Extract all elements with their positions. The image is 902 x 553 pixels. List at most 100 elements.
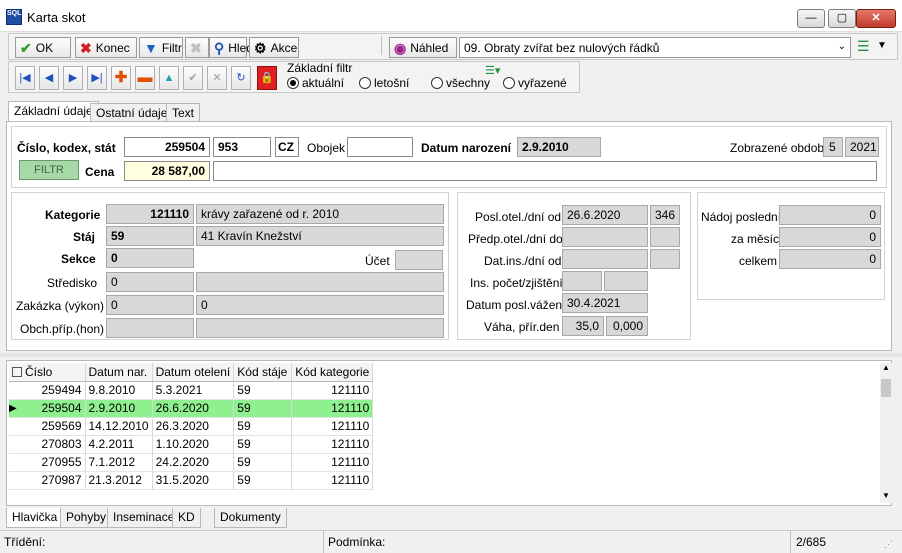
kodex-field[interactable]: 953: [213, 137, 271, 157]
table-cell[interactable]: 5.3.2021: [152, 381, 235, 400]
post-button[interactable]: ✔: [183, 66, 203, 90]
table-cell[interactable]: 121110: [291, 453, 374, 472]
table-cell[interactable]: 270803: [9, 435, 86, 454]
next-record-button[interactable]: ▶: [63, 66, 83, 90]
table-cell[interactable]: 59: [233, 417, 293, 436]
table-row-selected[interactable]: ▶ 259504 2.9.2010 26.6.2020 59 121110: [9, 399, 374, 418]
nahled-button[interactable]: ◉ Náhled: [389, 37, 457, 58]
refresh-button[interactable]: ↻: [231, 66, 251, 90]
ucet-field[interactable]: [395, 250, 443, 270]
column-header[interactable]: Kód stáje: [233, 363, 293, 382]
tab-text[interactable]: Text: [166, 103, 201, 121]
radio-vsechny[interactable]: všechny: [431, 76, 490, 90]
obojek-field[interactable]: [347, 137, 413, 157]
table-cell[interactable]: 59: [233, 471, 293, 490]
tab-zakladni-udaje[interactable]: Základní údaje: [8, 101, 99, 122]
stredisko-field[interactable]: 0: [106, 272, 194, 292]
scroll-down-icon[interactable]: ▼: [880, 491, 892, 503]
table-cell[interactable]: 121110: [291, 381, 374, 400]
vertical-scrollbar[interactable]: ▲ ▼: [880, 363, 892, 503]
obch-field[interactable]: [106, 318, 194, 338]
clear-filter-button[interactable]: ✖: [185, 37, 209, 58]
table-cell[interactable]: 270987: [9, 471, 86, 490]
column-header[interactable]: Kód kategorie: [291, 363, 374, 382]
first-record-button[interactable]: |◀: [15, 66, 35, 90]
filtr-button[interactable]: ▼ Filtr: [139, 37, 183, 58]
checkbox-icon[interactable]: [12, 366, 22, 377]
tab-inseminace[interactable]: Inseminace: [107, 508, 181, 528]
report-select[interactable]: 09. Obraty zvířat bez nulových řádků ⌄: [459, 37, 851, 58]
konec-button[interactable]: ✖ Konec: [75, 37, 137, 58]
tab-ostatni-udaje[interactable]: Ostatní údaje: [90, 103, 174, 121]
delete-button[interactable]: ▬: [135, 66, 155, 90]
table-cell[interactable]: 7.1.2012: [85, 453, 153, 472]
table-cell[interactable]: 1.10.2020: [152, 435, 235, 454]
radio-aktualni[interactable]: aktuální: [287, 76, 344, 90]
tab-dokumenty[interactable]: Dokumenty: [214, 508, 287, 528]
tab-pohyby[interactable]: Pohyby: [60, 508, 113, 528]
table-cell[interactable]: 21.3.2012: [85, 471, 153, 490]
table-cell[interactable]: 24.2.2020: [152, 453, 235, 472]
ok-button[interactable]: ✔ OK: [15, 37, 71, 58]
table-cell[interactable]: 26.3.2020: [152, 417, 235, 436]
table-cell[interactable]: 59: [233, 453, 293, 472]
table-cell[interactable]: 121110: [291, 399, 374, 418]
minimize-button[interactable]: —: [797, 9, 825, 28]
table-cell[interactable]: 2.9.2010: [85, 399, 153, 418]
scroll-thumb[interactable]: [881, 379, 891, 397]
list-icon[interactable]: ☰: [857, 38, 870, 55]
maximize-button[interactable]: ▢: [828, 9, 856, 28]
table-row[interactable]: 259494 9.8.2010 5.3.2021 59 121110: [9, 381, 374, 400]
cancel-button[interactable]: ✕: [207, 66, 227, 90]
prior-record-button[interactable]: ◀: [39, 66, 59, 90]
table-cell[interactable]: 59: [233, 435, 293, 454]
table-row[interactable]: 270955 7.1.2012 24.2.2020 59 121110: [9, 453, 374, 472]
sekce-field[interactable]: 0: [106, 248, 194, 268]
last-record-button[interactable]: ▶|: [87, 66, 107, 90]
table-cell[interactable]: 4.2.2011: [85, 435, 153, 454]
table-cell[interactable]: 259494: [9, 381, 86, 400]
insert-button[interactable]: ✚: [111, 66, 131, 90]
table-cell[interactable]: 14.12.2010: [85, 417, 153, 436]
table-cell[interactable]: 26.6.2020: [152, 399, 235, 418]
staj-kod-field[interactable]: 59: [106, 226, 194, 246]
table-cell[interactable]: 31.5.2020: [152, 471, 235, 490]
obdobi-mesic-field[interactable]: 5: [823, 137, 843, 157]
resize-grip-icon[interactable]: ⋰: [884, 539, 893, 550]
table-cell[interactable]: 121110: [291, 471, 374, 490]
table-cell[interactable]: ▶ 259504: [9, 399, 86, 418]
table-cell[interactable]: 9.8.2010: [85, 381, 153, 400]
hled-button[interactable]: ⚲ Hled: [209, 37, 253, 58]
scroll-up-icon[interactable]: ▲: [880, 363, 892, 375]
tab-kd[interactable]: KD: [172, 508, 201, 528]
radio-letosni[interactable]: letošní: [359, 76, 409, 90]
tab-hlavicka[interactable]: Hlavička: [6, 508, 64, 528]
table-cell[interactable]: 121110: [291, 417, 374, 436]
column-header[interactable]: Číslo: [9, 363, 86, 382]
poznamka-field[interactable]: [213, 161, 877, 181]
dropdown-arrow-icon[interactable]: ▼: [877, 40, 887, 51]
filtr-button[interactable]: FILTR: [19, 160, 79, 180]
column-header[interactable]: Datum otelení: [152, 363, 235, 382]
table-cell[interactable]: 259569: [9, 417, 86, 436]
stat-field[interactable]: CZ: [275, 137, 299, 157]
kategorie-kod-field[interactable]: 121110: [106, 204, 194, 224]
lock-button[interactable]: 🔒: [257, 66, 277, 90]
cislo-field[interactable]: 259504: [124, 137, 210, 157]
column-header[interactable]: Datum nar.: [85, 363, 153, 382]
table-row[interactable]: 270987 21.3.2012 31.5.2020 59 121110: [9, 471, 374, 490]
zakazka-field[interactable]: 0: [106, 295, 194, 315]
obdobi-rok-field[interactable]: 2021: [845, 137, 879, 157]
table-cell[interactable]: 59: [233, 399, 293, 418]
table-cell[interactable]: 121110: [291, 435, 374, 454]
cena-field[interactable]: 28 587,00: [124, 161, 210, 181]
table-cell[interactable]: 59: [233, 381, 293, 400]
radio-vyrazene[interactable]: vyřazené: [503, 76, 567, 90]
edit-button[interactable]: ▲: [159, 66, 179, 90]
table-cell[interactable]: 270955: [9, 453, 86, 472]
akce-button[interactable]: ⚙ Akce: [249, 37, 299, 58]
table-row[interactable]: 259569 14.12.2010 26.3.2020 59 121110: [9, 417, 374, 436]
splitter[interactable]: [0, 353, 902, 357]
close-button[interactable]: ✕: [856, 9, 896, 28]
table-row[interactable]: 270803 4.2.2011 1.10.2020 59 121110: [9, 435, 374, 454]
